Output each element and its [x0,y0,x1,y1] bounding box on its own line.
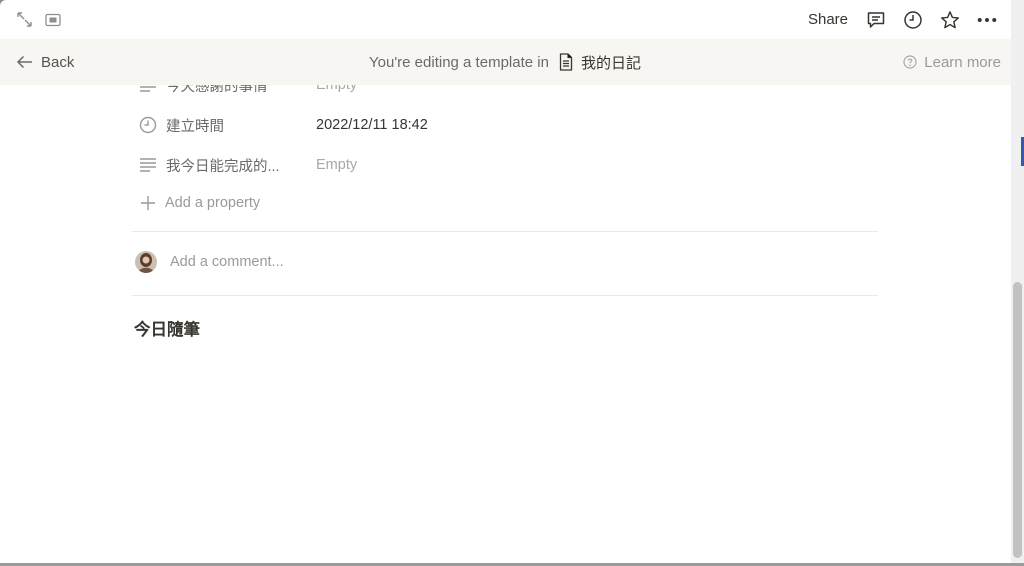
avatar [135,251,157,273]
clock-icon [138,116,157,135]
comment-placeholder: Add a comment... [170,254,284,270]
property-name: 今天感謝的事情 [166,85,268,95]
add-property-label: Add a property [165,194,261,211]
back-button[interactable]: Back [16,39,74,85]
topbar-right-controls: Share [808,0,1001,39]
clock-icon[interactable] [903,10,923,30]
property-name: 建立時間 [166,118,224,135]
text-lines-icon [138,156,157,175]
learn-more-label: Learn more [924,53,1001,71]
topbar: Share [0,0,1011,39]
property-row[interactable]: 我今日能完成的... Empty [138,153,878,177]
star-icon[interactable] [940,10,960,30]
learn-more-link[interactable]: Learn more [903,39,1001,85]
plus-icon [138,193,157,212]
page-heading[interactable]: 今日隨筆 [134,316,200,340]
arrow-left-icon [16,55,33,69]
template-banner: Back You're editing a template in 我的日記 L… [0,39,1011,85]
divider [132,295,878,296]
property-row[interactable]: 建立時間 2022/12/11 18:42 [138,113,878,137]
template-notice: You're editing a template in 我的日記 [369,39,641,85]
comment-input[interactable]: Add a comment... [135,251,284,273]
property-name: 我今日能完成的... [166,158,280,175]
expand-icon[interactable] [16,11,33,28]
topbar-left-controls [16,11,62,28]
scrollbar-thumb[interactable] [1013,282,1022,558]
peek-mode-icon[interactable] [45,13,62,27]
template-notice-text: You're editing a template in [369,53,549,71]
divider [132,231,878,232]
database-link[interactable]: 我的日記 [581,52,641,73]
text-lines-icon [138,85,157,95]
property-value[interactable]: Empty [316,85,357,93]
property-value[interactable]: Empty [316,157,357,173]
property-row[interactable]: 今天感謝的事情 Empty [138,85,878,97]
document-icon [559,53,573,71]
page-content: 今天感謝的事情 Empty 建立時間 2022/12/11 18:42 我今日能… [0,85,1011,563]
add-property-button[interactable]: Add a property [138,193,260,212]
share-button[interactable]: Share [808,11,848,28]
app-window: Share Back You're editing a template in [0,0,1011,563]
comment-icon[interactable] [866,10,886,30]
help-circle-icon [903,55,917,69]
more-icon[interactable] [977,10,997,30]
property-value[interactable]: 2022/12/11 18:42 [316,117,428,133]
back-label: Back [41,53,75,71]
